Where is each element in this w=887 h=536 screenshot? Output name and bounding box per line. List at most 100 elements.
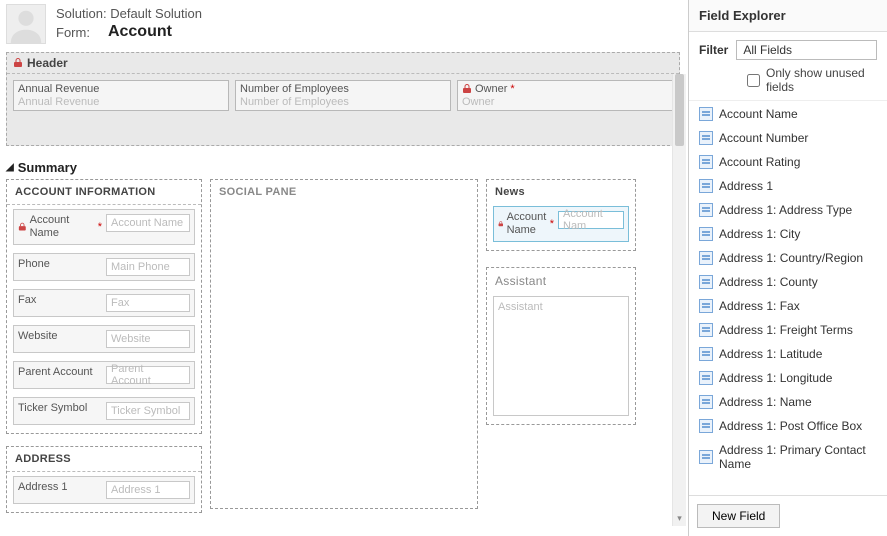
field-explorer-title: Field Explorer [689, 0, 887, 32]
field-input[interactable]: Website [106, 330, 190, 348]
field-list-item[interactable]: Address 1: Freight Terms [689, 319, 887, 341]
field-input[interactable]: Address 1 [106, 481, 190, 499]
unused-fields-label: Only show unused fields [766, 66, 877, 94]
field-icon [699, 179, 713, 193]
field-list-label: Address 1: County [719, 275, 818, 289]
field-icon [699, 299, 713, 313]
field-website[interactable]: Website Website [13, 325, 195, 353]
field-list-item[interactable]: Address 1 [689, 175, 887, 197]
field-parent-account[interactable]: Parent Account Parent Account [13, 361, 195, 389]
field-icon [699, 347, 713, 361]
field-list-label: Account Number [719, 131, 808, 145]
lock-icon [462, 84, 472, 94]
filter-label: Filter [699, 43, 728, 57]
field-list-label: Address 1: Freight Terms [719, 323, 853, 337]
field-list: Account Name Account Number Account Rating… [689, 100, 887, 495]
field-list-label: Address 1: Fax [719, 299, 800, 313]
header-field-annual-revenue[interactable]: Annual Revenue Annual Revenue [13, 80, 229, 111]
field-list-label: Address 1: Primary Contact Name [719, 443, 877, 471]
field-list-item[interactable]: Address 1: Longitude [689, 367, 887, 389]
field-list-label: Account Rating [719, 155, 800, 169]
lock-icon [18, 222, 27, 232]
field-account-name[interactable]: Account Name* Account Name [13, 209, 195, 245]
field-icon [699, 419, 713, 433]
section-title: News [487, 180, 635, 204]
field-list-label: Address 1: Name [719, 395, 812, 409]
field-list-item[interactable]: Account Number [689, 127, 887, 149]
field-list-item[interactable]: Address 1: City [689, 223, 887, 245]
tab-summary[interactable]: ◢ Summary [6, 160, 680, 175]
form-label: Form: [56, 25, 90, 40]
section-title: Assistant [487, 268, 635, 294]
field-list-label: Address 1: Post Office Box [719, 419, 862, 433]
field-input[interactable]: Ticker Symbol [106, 402, 190, 420]
field-icon [699, 107, 713, 121]
section-news[interactable]: News Account Name* Account Nam [486, 179, 636, 251]
field-icon [699, 203, 713, 217]
section-social-pane[interactable]: SOCIAL PANE [210, 179, 478, 509]
field-list-item[interactable]: Account Rating [689, 151, 887, 173]
field-fax[interactable]: Fax Fax [13, 289, 195, 317]
scrollbar[interactable]: ▾ [672, 74, 686, 526]
section-account-information[interactable]: ACCOUNT INFORMATION Account Name* Accoun… [6, 179, 202, 434]
field-list-item[interactable]: Address 1: County [689, 271, 887, 293]
field-input[interactable]: Account Name [106, 214, 190, 232]
field-list-item[interactable]: Account Name [689, 103, 887, 125]
section-title: SOCIAL PANE [211, 180, 477, 204]
field-icon [699, 323, 713, 337]
header-section-title: Header [27, 56, 68, 70]
field-icon [699, 371, 713, 385]
field-list-item[interactable]: Address 1: Post Office Box [689, 415, 887, 437]
header-field-owner[interactable]: Owner* Owner [457, 80, 673, 111]
new-field-button[interactable]: New Field [697, 504, 780, 528]
field-list-item[interactable]: Address 1: Name [689, 391, 887, 413]
field-list-label: Address 1: Longitude [719, 371, 832, 385]
field-input[interactable]: Main Phone [106, 258, 190, 276]
lock-icon [13, 58, 23, 68]
field-icon [699, 155, 713, 169]
header-field-num-employees[interactable]: Number of Employees Number of Employees [235, 80, 451, 111]
field-icon [699, 227, 713, 241]
unused-fields-checkbox[interactable] [747, 74, 760, 87]
field-input[interactable]: Account Nam [558, 211, 624, 229]
field-input[interactable]: Parent Account [106, 366, 190, 384]
section-address[interactable]: ADDRESS Address 1 Address 1 [6, 446, 202, 513]
solution-label: Solution: [56, 6, 107, 21]
field-icon [699, 395, 713, 409]
field-list-item[interactable]: Address 1: Address Type [689, 199, 887, 221]
field-list-item[interactable]: Address 1: Fax [689, 295, 887, 317]
field-list-label: Address 1: City [719, 227, 800, 241]
field-icon [699, 251, 713, 265]
avatar [6, 4, 46, 44]
field-list-label: Address 1: Latitude [719, 347, 822, 361]
field-list-label: Address 1 [719, 179, 773, 193]
field-ticker-symbol[interactable]: Ticker Symbol Ticker Symbol [13, 397, 195, 425]
scroll-down-icon[interactable]: ▾ [673, 510, 686, 526]
section-title: ADDRESS [7, 447, 201, 471]
solution-name: Default Solution [110, 6, 202, 21]
lock-icon [498, 219, 504, 229]
field-icon [699, 275, 713, 289]
field-list-label: Address 1: Address Type [719, 203, 852, 217]
field-list-item[interactable]: Address 1: Latitude [689, 343, 887, 365]
field-list-label: Account Name [719, 107, 798, 121]
expand-icon: ◢ [6, 162, 14, 173]
field-phone[interactable]: Phone Main Phone [13, 253, 195, 281]
entity-name: Account [108, 23, 172, 41]
form-editor-header: Solution: Default Solution Form: Account [6, 0, 680, 50]
field-icon [699, 450, 713, 464]
assistant-box[interactable]: Assistant [493, 296, 629, 416]
field-address1[interactable]: Address 1 Address 1 [13, 476, 195, 504]
filter-select[interactable]: All Fields [736, 40, 877, 60]
section-assistant[interactable]: Assistant Assistant [486, 267, 636, 425]
field-list-label: Address 1: Country/Region [719, 251, 863, 265]
field-list-item[interactable]: Address 1: Primary Contact Name [689, 439, 887, 475]
section-title: ACCOUNT INFORMATION [7, 180, 201, 204]
field-icon [699, 131, 713, 145]
scrollbar-thumb[interactable] [675, 74, 684, 146]
field-explorer-pane: Field Explorer Filter All Fields Only sh… [688, 0, 887, 536]
header-section[interactable]: Header Annual Revenue Annual Revenue Num… [6, 52, 680, 146]
field-list-item[interactable]: Address 1: Country/Region [689, 247, 887, 269]
field-news-account-name[interactable]: Account Name* Account Nam [493, 206, 629, 242]
field-input[interactable]: Fax [106, 294, 190, 312]
